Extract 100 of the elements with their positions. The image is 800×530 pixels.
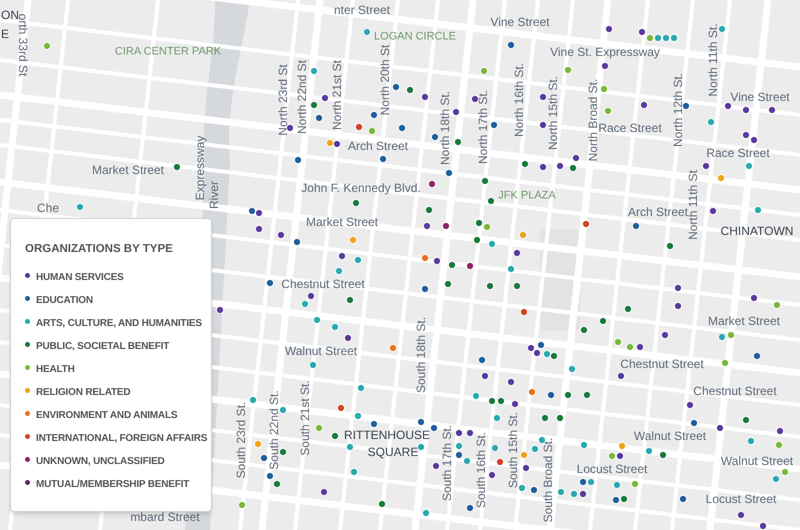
map-pin[interactable] [478, 356, 486, 364]
map-pin[interactable] [307, 292, 315, 300]
legend-label: ENVIRONMENT AND ANIMALS [36, 408, 178, 423]
map-pin[interactable] [425, 206, 433, 214]
map-pin[interactable] [486, 282, 494, 290]
street-label: North 22nd St [296, 60, 308, 134]
place-label: CIRA CENTER PARK [114, 46, 222, 58]
legend-label: INTERNATIONAL, FOREIGN AFFAIRS [36, 432, 208, 446]
map-pin[interactable] [579, 490, 587, 498]
map-pin[interactable] [616, 452, 624, 460]
map-pin[interactable] [580, 326, 588, 334]
map-pin[interactable] [612, 496, 620, 504]
map-pin[interactable] [320, 488, 328, 496]
place-label: LOGAN CIRCLE [374, 32, 456, 42]
map-pin[interactable] [344, 334, 352, 342]
place-label: E [1, 28, 9, 40]
street-label: Chestnut Street [693, 385, 777, 397]
map-pin[interactable] [475, 219, 483, 227]
legend-label: UNKNOWN, UNCLASSIFIED [36, 454, 165, 469]
map-pin[interactable] [406, 86, 414, 94]
street-label: River [208, 181, 220, 209]
map-pin[interactable] [709, 207, 717, 215]
street-label: Market Street [306, 216, 378, 228]
map-pin[interactable] [315, 114, 323, 122]
legend-label: HEALTH [36, 362, 75, 377]
map-pin[interactable] [624, 305, 632, 313]
map-pin[interactable] [273, 480, 281, 488]
map-pin[interactable] [702, 162, 710, 170]
street-label: South Broad St. [542, 438, 554, 522]
map-pin[interactable] [432, 462, 440, 470]
street-label: North 11th St [687, 170, 699, 240]
map-pin[interactable] [398, 124, 406, 132]
street-label: South 18th St. [415, 316, 427, 394]
legend-label: PUBLIC, SOCIETAL BENEFIT [36, 340, 170, 354]
street-label: Locust Street [706, 493, 776, 505]
map-pin[interactable] [507, 378, 515, 386]
map-pin[interactable] [539, 163, 547, 171]
map-pin[interactable] [640, 101, 648, 109]
map-pin[interactable] [488, 471, 496, 479]
street-label: Chestnut Street [281, 278, 365, 290]
street-label: mbard Street [130, 511, 200, 523]
street-label: Walnut Street [634, 430, 706, 442]
map-pin[interactable] [466, 504, 474, 512]
map-pin[interactable] [541, 414, 549, 422]
map-pin[interactable] [679, 495, 687, 503]
map-pin[interactable] [583, 391, 591, 399]
map-pin[interactable] [547, 391, 555, 399]
map-pin[interactable] [742, 131, 750, 139]
place-label: CHINATOWN [720, 225, 794, 237]
map-pin[interactable] [392, 83, 400, 91]
map-pin[interactable] [428, 180, 436, 188]
map-pin[interactable] [471, 95, 479, 103]
street-label: South 17th St. [441, 424, 453, 502]
map-pin[interactable] [370, 111, 378, 119]
map-pin[interactable] [279, 448, 287, 456]
legend-label: RELIGION RELATED [36, 386, 130, 400]
map-pin[interactable] [513, 282, 521, 290]
street-label: Arch Street [628, 206, 688, 218]
map-pin[interactable] [750, 294, 758, 302]
street-label: Walnut Street [284, 345, 358, 357]
street-label: North 18th St. [439, 90, 451, 166]
map-pin[interactable] [331, 432, 339, 440]
map-pin[interactable] [530, 486, 538, 494]
map-pin[interactable] [737, 511, 745, 519]
map-pin[interactable] [421, 285, 429, 293]
street-label: North 20th St [379, 44, 391, 116]
map-pin[interactable] [620, 495, 628, 503]
map-pin[interactable] [352, 199, 360, 207]
street-label: Vine Street [730, 91, 790, 103]
street-label: South 23rd St. [235, 402, 247, 478]
map-pin[interactable] [690, 419, 698, 427]
map-pin[interactable] [513, 249, 521, 257]
map-pin[interactable] [742, 416, 750, 424]
street-label: South 15th St. [507, 412, 519, 488]
map-pin[interactable] [579, 478, 587, 486]
map-pin[interactable] [255, 225, 263, 233]
street-label: Walnut Street [720, 455, 794, 467]
map-pin[interactable] [768, 106, 776, 114]
map-pin[interactable] [507, 41, 515, 49]
map-pin[interactable] [617, 372, 625, 380]
map-pin[interactable] [674, 302, 682, 310]
street-label: North 23rd St [277, 64, 289, 136]
street-label: Vine Street [490, 16, 550, 28]
map-pin[interactable] [661, 331, 669, 339]
legend-label: ARTS, CULTURE, AND HUMANITIES [36, 316, 202, 331]
street-label: Che [37, 202, 59, 214]
map-pin[interactable] [550, 352, 558, 360]
map-pin[interactable] [355, 123, 363, 131]
map-pin[interactable] [277, 231, 285, 239]
map-pin[interactable] [431, 133, 439, 141]
map-pin[interactable] [481, 372, 489, 380]
legend-title: ORGANIZATIONS BY TYPE [25, 242, 174, 257]
street-label: Vine St. Expressway [550, 46, 660, 58]
map-pin[interactable] [539, 93, 547, 101]
place-label: JFK PLAZA [498, 190, 556, 202]
street-label: North 16th St. [513, 62, 525, 138]
street-label: Locust Street [576, 463, 648, 475]
map-pin[interactable] [346, 296, 354, 304]
legend-label: HUMAN SERVICES [36, 270, 124, 285]
map-pin[interactable] [753, 352, 761, 360]
